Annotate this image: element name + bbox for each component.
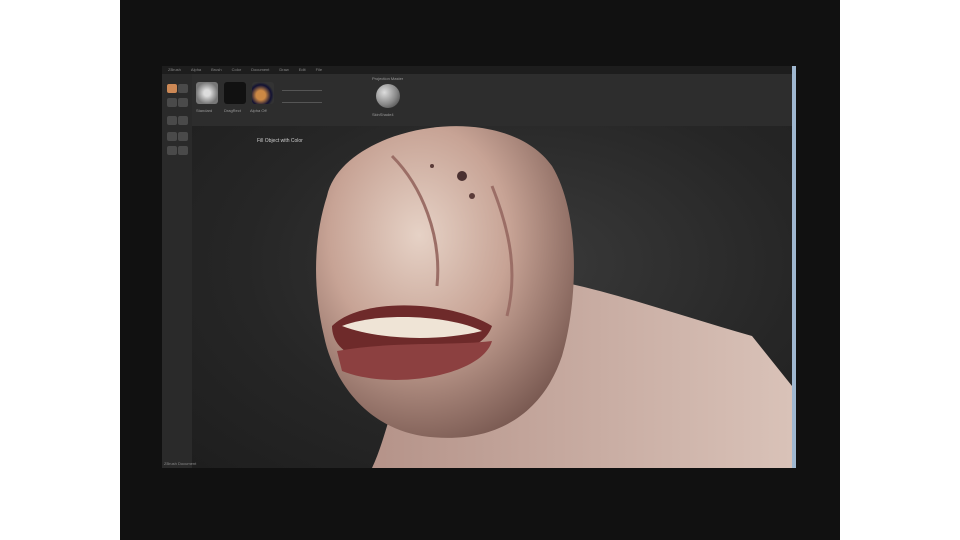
stroke-label: DragRect <box>224 108 241 113</box>
shelf-button[interactable] <box>178 98 188 107</box>
menu-item[interactable]: Draw <box>279 66 288 74</box>
alpha-label: Alpha Off <box>250 108 267 113</box>
menu-item[interactable]: Document <box>251 66 269 74</box>
window-right-border <box>792 66 796 468</box>
menu-item[interactable]: Brush <box>211 66 221 74</box>
sculpt-model <box>316 126 792 468</box>
brush-label: Standard <box>196 108 213 113</box>
status-notice: Fill Object with Color <box>257 138 303 144</box>
viewport-canvas[interactable] <box>192 126 792 468</box>
material-label: SkinShade4 <box>372 112 394 117</box>
alpha-button[interactable] <box>252 82 274 104</box>
slider-b[interactable] <box>282 102 322 103</box>
menu-item[interactable]: Alpha <box>191 66 201 74</box>
menu-item[interactable]: File <box>316 66 322 74</box>
section-label: Projection Master <box>372 76 404 81</box>
shelf-button[interactable] <box>167 98 177 107</box>
shelf-button[interactable] <box>167 146 177 155</box>
top-toolbar: Standard DragRect Alpha Off Projection M… <box>162 74 796 126</box>
slider-a[interactable] <box>282 90 322 91</box>
shelf-button[interactable] <box>178 146 188 155</box>
shelf-button[interactable] <box>167 132 177 141</box>
shelf-button[interactable] <box>178 84 188 93</box>
shelf-button[interactable] <box>167 84 177 93</box>
menu-item[interactable]: ZBrush <box>168 66 181 74</box>
shelf-button[interactable] <box>178 116 188 125</box>
material-sphere-icon[interactable] <box>376 84 400 108</box>
menu-item[interactable]: Edit <box>299 66 306 74</box>
stroke-button[interactable] <box>224 82 246 104</box>
zbrush-window: ZBrush Alpha Brush Color Document Draw E… <box>162 66 796 468</box>
menu-item[interactable]: Color <box>232 66 242 74</box>
brush-button[interactable] <box>196 82 218 104</box>
left-shelf <box>162 74 192 468</box>
status-text: ZBrush Document <box>164 461 197 466</box>
shelf-button[interactable] <box>178 132 188 141</box>
menu-bar: ZBrush Alpha Brush Color Document Draw E… <box>162 66 796 74</box>
shelf-button[interactable] <box>167 116 177 125</box>
